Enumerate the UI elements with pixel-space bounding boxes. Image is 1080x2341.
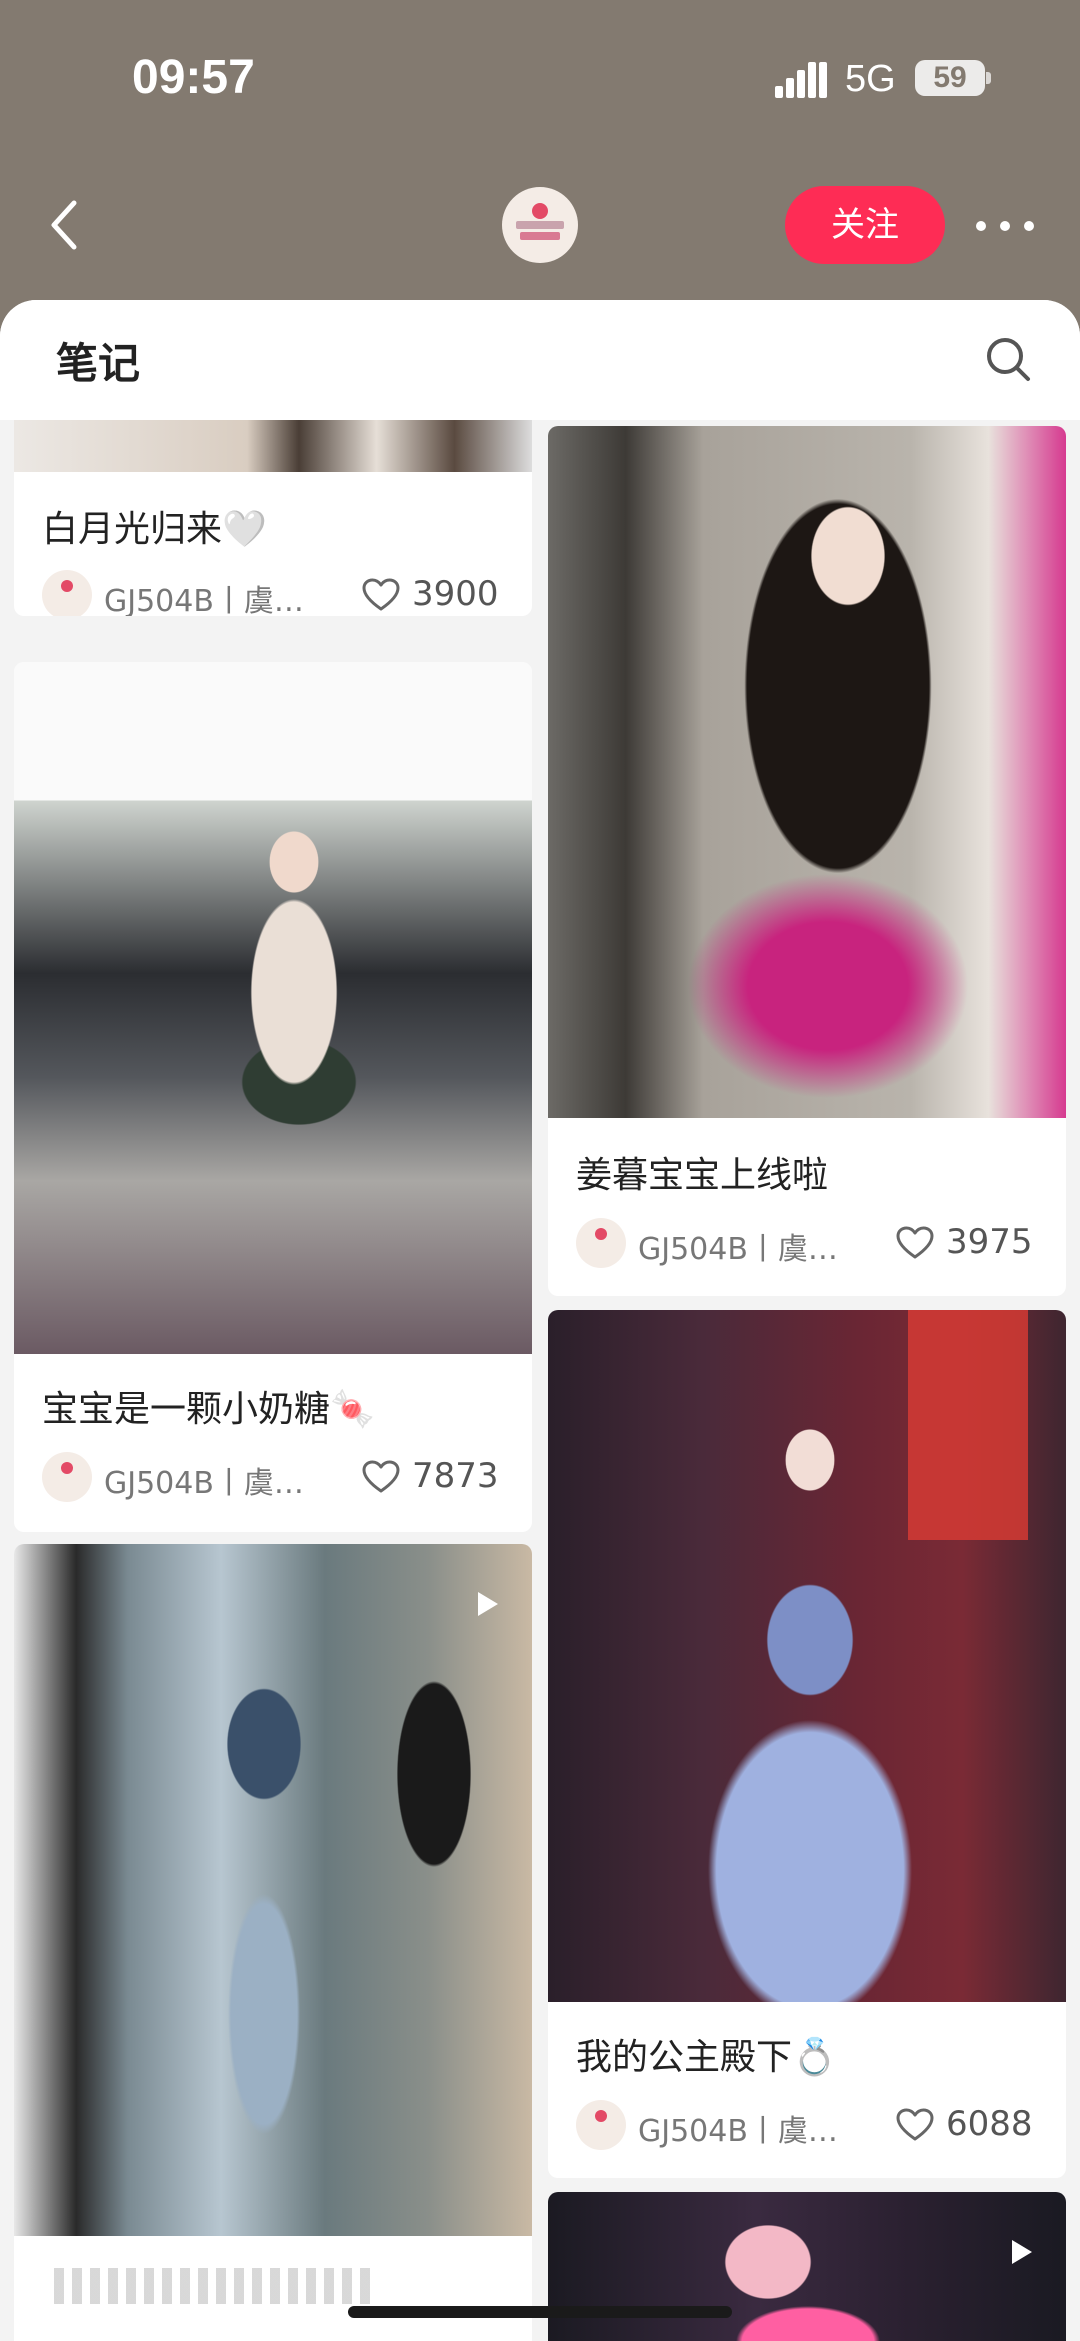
status-bar: 09:57 5G 59: [0, 0, 1080, 150]
note-meta: GJ504B丨虞… 3975: [576, 1218, 1056, 1268]
battery-cap: [986, 72, 991, 84]
author-name: GJ504B丨虞…: [104, 584, 304, 616]
like-count: 6088: [946, 2104, 1033, 2144]
network-type: 5G: [845, 58, 896, 100]
note-title: 宝宝是一颗小奶糖🍬: [42, 1389, 375, 1430]
author-avatar: [42, 570, 92, 616]
note-meta: GJ504B丨虞… 7873: [42, 1452, 522, 1502]
author-avatar: [576, 1218, 626, 1268]
play-icon: [478, 1592, 498, 1616]
signal-icon: [775, 62, 827, 98]
note-card[interactable]: 白月光归来🤍 GJ504B丨虞… 3900: [14, 420, 532, 616]
note-cover-image: [14, 420, 532, 472]
author-avatar: [42, 1452, 92, 1502]
note-title: 白月光归来🤍: [42, 509, 267, 550]
like-count: 3900: [412, 574, 499, 614]
note-cover-accent: [908, 1310, 1028, 1540]
heart-icon[interactable]: [362, 578, 400, 612]
avatar-logo: [516, 203, 564, 240]
note-title: 姜暮宝宝上线啦: [576, 1155, 829, 1196]
note-cover-image: [548, 426, 1066, 1118]
author-name: GJ504B丨虞…: [638, 2114, 838, 2149]
follow-button[interactable]: 关注: [785, 186, 945, 264]
note-meta: GJ504B丨虞… 3900: [42, 570, 522, 616]
more-icon[interactable]: [975, 220, 1035, 232]
note-card[interactable]: 我的公主殿下💍 GJ504B丨虞… 6088: [548, 1310, 1066, 2178]
like-count: 7873: [412, 1456, 499, 1496]
note-card[interactable]: 姜暮宝宝上线啦 GJ504B丨虞… 3975: [548, 426, 1066, 1296]
notes-sheet: 笔记 白月光归来🤍 GJ504B丨虞… 3900 姜暮宝宝上线啦 GJ504B丨…: [0, 300, 1080, 2341]
note-cover-image: [548, 2192, 1066, 2341]
battery-indicator: 59: [915, 60, 985, 96]
heart-icon[interactable]: [362, 1460, 400, 1494]
note-cover-image: [14, 662, 532, 1354]
play-icon: [1012, 2240, 1032, 2264]
note-card[interactable]: [14, 1544, 532, 2341]
profile-nav-bar: 关注: [0, 150, 1080, 300]
notes-tab-header: 笔记: [0, 300, 1080, 420]
like-count: 3975: [946, 1222, 1033, 1262]
note-cover-image: [14, 1544, 532, 2236]
note-title: 我的公主殿下💍: [576, 2037, 837, 2078]
author-name: GJ504B丨虞…: [104, 1466, 304, 1501]
note-meta: GJ504B丨虞… 6088: [576, 2100, 1056, 2150]
back-icon[interactable]: [40, 195, 90, 255]
home-indicator[interactable]: [348, 2306, 732, 2318]
status-time: 09:57: [132, 51, 255, 104]
note-title-blurred: [54, 2268, 374, 2304]
note-card[interactable]: 宝宝是一颗小奶糖🍬 GJ504B丨虞… 7873: [14, 662, 532, 1532]
author-avatar: [576, 2100, 626, 2150]
heart-icon[interactable]: [896, 2108, 934, 2142]
profile-avatar[interactable]: [502, 187, 578, 263]
note-card[interactable]: [548, 2192, 1066, 2341]
notes-tab-title[interactable]: 笔记: [56, 330, 140, 391]
heart-icon[interactable]: [896, 1226, 934, 1260]
author-name: GJ504B丨虞…: [638, 1232, 838, 1267]
search-icon[interactable]: [985, 336, 1031, 382]
